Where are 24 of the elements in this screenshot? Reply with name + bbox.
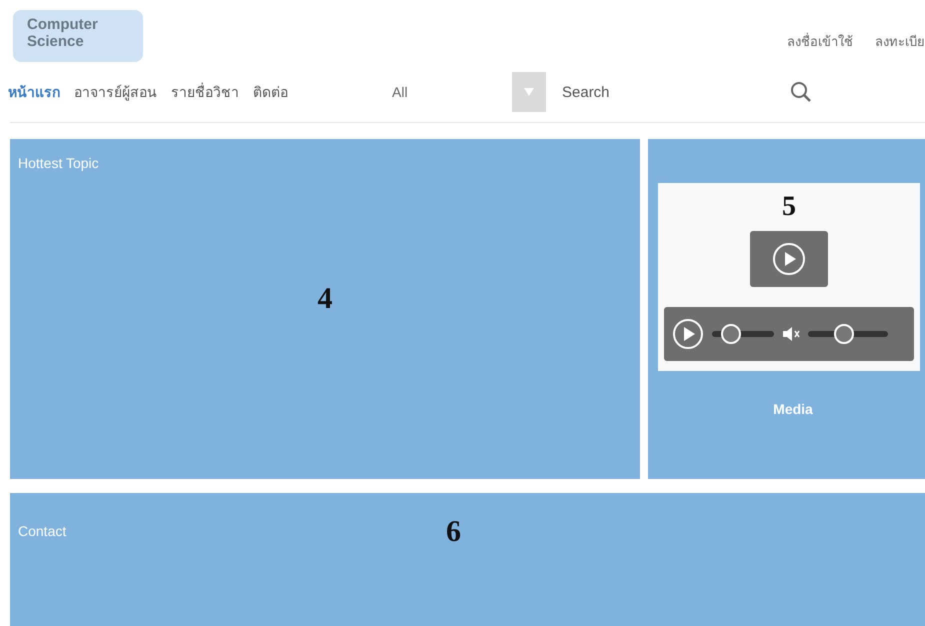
- category-dropdown[interactable]: All: [392, 84, 492, 100]
- play-icon[interactable]: [672, 318, 704, 350]
- play-icon: [772, 242, 806, 276]
- nav-tab[interactable]: รายชื่อวิชา: [171, 81, 239, 103]
- header-link[interactable]: ลงทะเบีย: [875, 31, 925, 52]
- nav-tab[interactable]: อาจารย์ผู้สอน: [74, 81, 157, 103]
- nav-tab[interactable]: ติดต่อ: [253, 81, 288, 103]
- panel-title: Contact: [17, 522, 68, 541]
- volume-slider[interactable]: [808, 323, 888, 345]
- section-number: 6: [446, 515, 461, 549]
- video-thumbnail[interactable]: [750, 231, 828, 287]
- seek-slider[interactable]: [712, 323, 774, 345]
- header-link[interactable]: ลงชื่อเข้าใช้: [787, 31, 853, 52]
- panel-title: Hottest Topic: [17, 154, 100, 173]
- section-number: 4: [316, 282, 334, 316]
- logo[interactable]: Computer Science: [13, 10, 143, 62]
- nav-tab[interactable]: หน้าแรก: [8, 81, 60, 103]
- slider-thumb[interactable]: [834, 324, 854, 344]
- volume-icon[interactable]: [782, 326, 800, 342]
- caret-icon: [523, 87, 535, 97]
- slider-thumb[interactable]: [720, 324, 741, 344]
- section-number: 5: [782, 191, 796, 223]
- panel-title: Media: [772, 401, 814, 417]
- search-icon[interactable]: [790, 81, 812, 103]
